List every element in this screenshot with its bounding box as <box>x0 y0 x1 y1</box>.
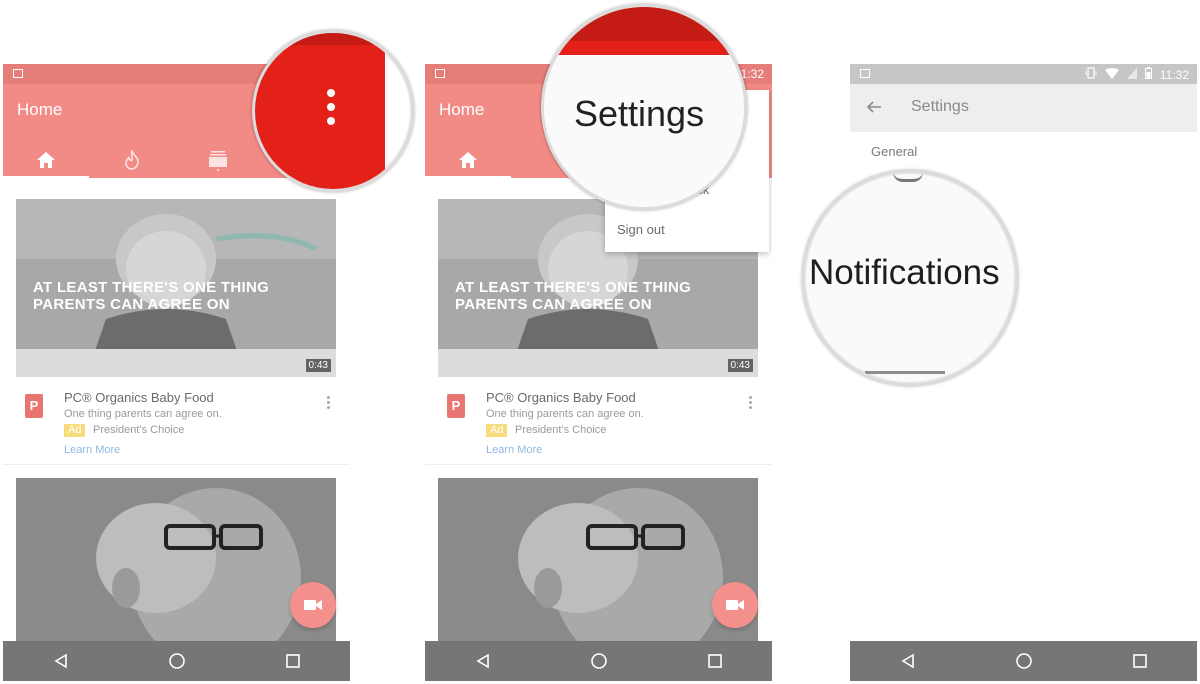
video-headline: AT LEAST THERE'S ONE THING PARENTS CAN A… <box>33 279 269 313</box>
home-nav-icon[interactable] <box>1015 652 1033 670</box>
recents-nav-icon[interactable] <box>708 654 722 668</box>
magnifier-overflow-menu <box>252 30 414 192</box>
battery-icon <box>1144 67 1152 82</box>
trending-icon <box>125 150 139 170</box>
vibrate-icon <box>1085 67 1097 82</box>
image-notification-icon <box>13 69 23 78</box>
recents-nav-icon[interactable] <box>286 654 300 668</box>
divider <box>425 464 772 465</box>
menu-item-settings[interactable]: Settings <box>574 93 704 135</box>
camera-fab[interactable] <box>290 582 336 628</box>
man-photo <box>438 478 758 658</box>
home-nav-icon[interactable] <box>168 652 186 670</box>
settings-item-notifications[interactable]: Notifications <box>809 253 1000 293</box>
back-arrow-icon[interactable] <box>866 99 882 120</box>
video-thumbnail-2[interactable] <box>438 478 758 658</box>
headline-line-2: PARENTS CAN AGREE ON <box>455 296 652 313</box>
headline-line-1: AT LEAST THERE'S ONE THING <box>33 279 270 296</box>
video-thumbnail[interactable]: AT LEAST THERE'S ONE THING PARENTS CAN A… <box>16 199 336 377</box>
video-thumbnail-2[interactable] <box>16 478 336 658</box>
tab-subscriptions[interactable] <box>175 142 261 178</box>
page-title: Home <box>17 100 63 119</box>
signal-icon <box>1126 67 1137 82</box>
image-notification-icon <box>435 69 445 78</box>
brand-logo: P <box>25 394 43 418</box>
page-title: Home <box>439 100 485 119</box>
video-headline: AT LEAST THERE'S ONE THING PARENTS CAN A… <box>455 279 691 313</box>
ad-brand: President's Choice <box>515 424 607 436</box>
ad-card[interactable]: P PC® Organics Baby Food One thing paren… <box>3 386 350 464</box>
ad-brand: President's Choice <box>93 424 185 436</box>
learn-more-link[interactable]: Learn More <box>64 444 120 456</box>
wifi-icon <box>1104 67 1119 82</box>
magnifier-notifications-item: Notifications <box>802 170 1018 386</box>
image-notification-icon <box>860 69 870 78</box>
system-nav-bar <box>3 641 350 681</box>
tab-home[interactable] <box>425 142 511 178</box>
man-photo <box>16 478 336 658</box>
home-icon <box>37 152 55 168</box>
video-camera-icon <box>304 600 322 610</box>
menu-item-sign-out[interactable]: Sign out <box>617 222 665 237</box>
status-icons: 11:32 <box>1085 67 1189 82</box>
back-nav-icon[interactable] <box>900 653 916 669</box>
status-bar: 11:32 <box>850 64 1197 84</box>
overflow-menu-icon[interactable] <box>327 89 335 125</box>
tab-home[interactable] <box>3 142 89 178</box>
ad-title: PC® Organics Baby Food <box>486 390 636 405</box>
ad-badge: Ad <box>486 424 508 437</box>
video-duration: 0:43 <box>727 359 753 372</box>
ad-badge: Ad <box>64 424 86 437</box>
brand-logo: P <box>447 394 465 418</box>
more-options-icon[interactable] <box>749 396 752 411</box>
magnifier-settings-item: Settings <box>541 4 747 210</box>
camera-fab[interactable] <box>712 582 758 628</box>
headline-line-2: PARENTS CAN AGREE ON <box>33 296 230 313</box>
settings-toolbar: Settings <box>850 84 1197 132</box>
status-time: 11:32 <box>1159 67 1189 82</box>
learn-more-link[interactable]: Learn More <box>486 444 542 456</box>
home-nav-icon[interactable] <box>590 652 608 670</box>
ad-description: One thing parents can agree on. <box>64 408 222 420</box>
video-duration: 0:43 <box>305 359 331 372</box>
home-icon <box>459 152 477 168</box>
ad-card[interactable]: P PC® Organics Baby Food One thing paren… <box>425 386 772 464</box>
settings-item-general[interactable]: General <box>871 144 917 159</box>
back-nav-icon[interactable] <box>53 653 69 669</box>
system-nav-bar <box>425 641 772 681</box>
system-nav-bar <box>850 641 1197 681</box>
tab-trending[interactable] <box>89 142 175 178</box>
headline-line-1: AT LEAST THERE'S ONE THING <box>455 279 692 296</box>
video-camera-icon <box>726 600 744 610</box>
more-options-icon[interactable] <box>327 396 330 411</box>
divider <box>3 464 350 465</box>
ad-title: PC® Organics Baby Food <box>64 390 214 405</box>
back-nav-icon[interactable] <box>475 653 491 669</box>
ad-description: One thing parents can agree on. <box>486 408 644 420</box>
recents-nav-icon[interactable] <box>1133 654 1147 668</box>
subscriptions-icon <box>209 151 227 171</box>
settings-title: Settings <box>911 98 969 115</box>
